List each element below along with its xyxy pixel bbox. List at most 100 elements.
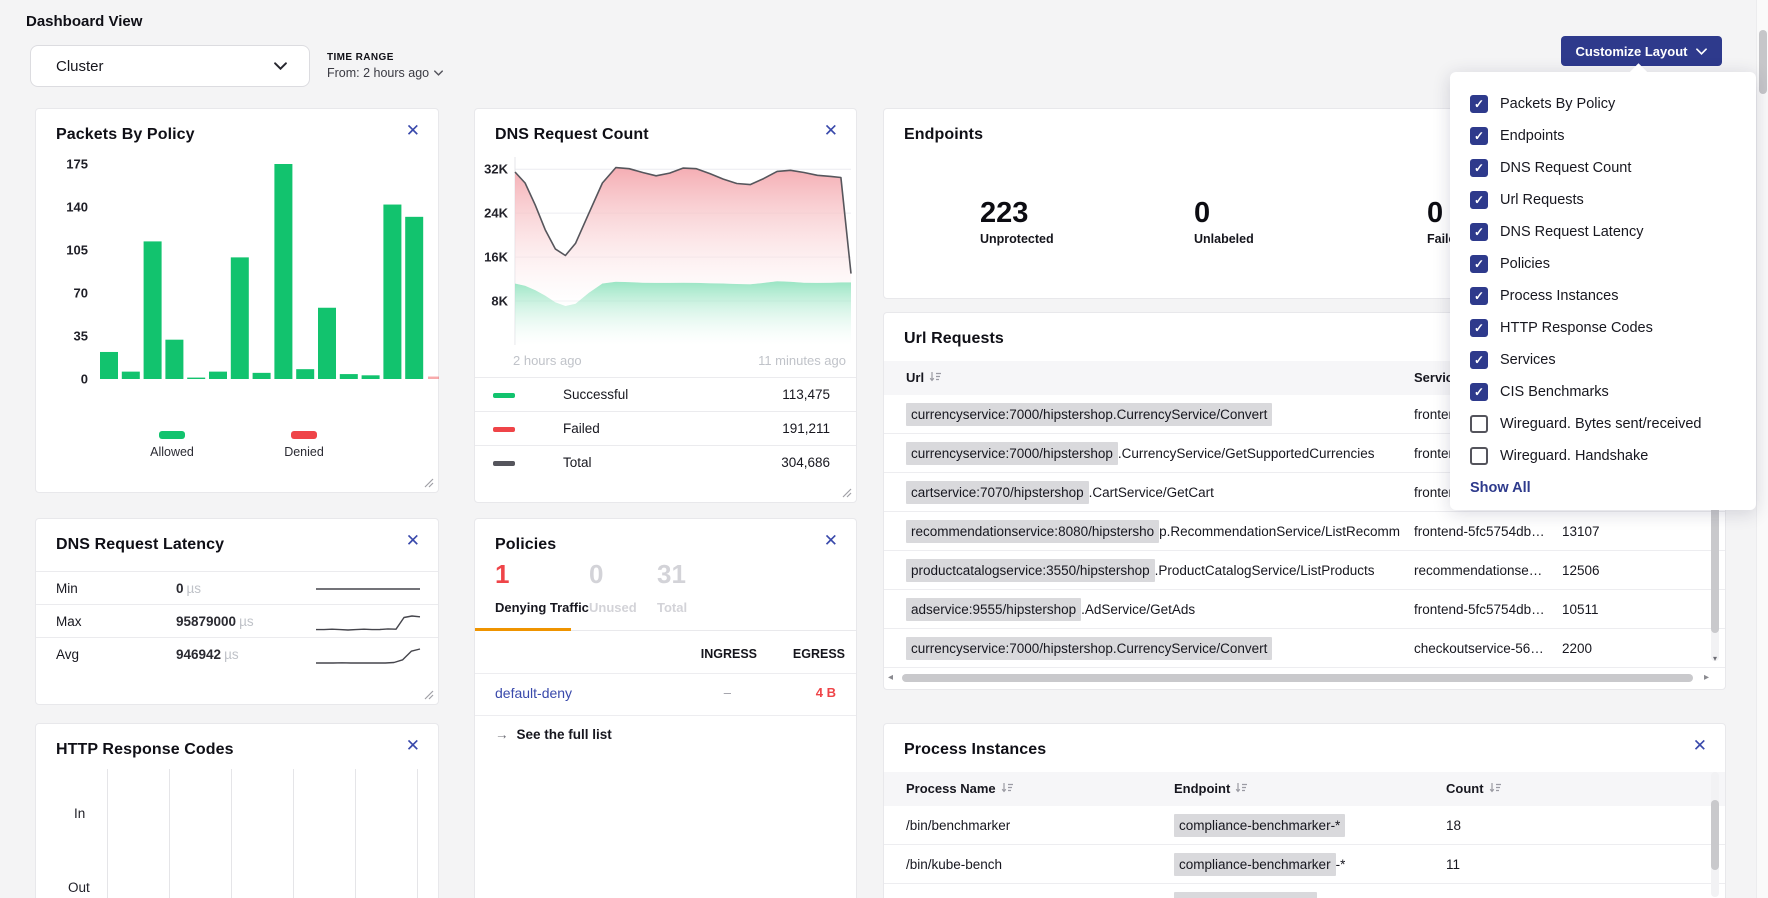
checkbox-icon[interactable] <box>1470 383 1488 401</box>
column-header-process-name[interactable]: Process Name <box>906 772 1014 806</box>
close-icon[interactable]: ✕ <box>406 532 420 549</box>
ingress-header: INGRESS <box>701 647 757 661</box>
chevron-down-icon <box>434 70 443 76</box>
column-header-url[interactable]: Url <box>906 361 942 395</box>
count-cell: 18 <box>1446 806 1461 845</box>
chevron-down-icon <box>1696 48 1707 55</box>
menu-item-wireguard-bytes[interactable]: Wireguard. Bytes sent/received <box>1470 408 1736 440</box>
process-name-cell: /bin/benchmarker <box>906 806 1010 845</box>
legend-name: Failed <box>563 412 600 446</box>
checkbox-icon[interactable] <box>1470 159 1488 177</box>
menu-item-services[interactable]: Services <box>1470 344 1736 376</box>
close-icon[interactable]: ✕ <box>1693 737 1707 754</box>
url-cell: currencyservice:7000/hipstershop.Currenc… <box>906 395 1402 434</box>
sort-icon[interactable] <box>929 371 942 383</box>
view-select-value: Cluster <box>56 58 274 75</box>
latency-value: 0µs <box>176 572 201 605</box>
column-header-endpoint[interactable]: Endpoint <box>1174 772 1248 806</box>
page-scrollbar[interactable] <box>1756 0 1768 898</box>
service-cell: frontend-5fc5754db… <box>1414 512 1550 551</box>
vertical-scrollbar-thumb[interactable] <box>1711 800 1719 870</box>
horizontal-scrollbar[interactable]: ◂ ▸ <box>884 671 1711 685</box>
tab-total[interactable]: 31 Total <box>657 561 687 615</box>
sort-icon[interactable] <box>1489 782 1502 794</box>
show-all-link[interactable]: Show All <box>1470 480 1736 496</box>
legend-label: Allowed <box>127 445 217 459</box>
checkbox-icon[interactable] <box>1470 127 1488 145</box>
horizontal-scrollbar-thumb[interactable] <box>902 674 1693 682</box>
count-cell: 9 <box>1446 884 1454 898</box>
column-header-count[interactable]: Count <box>1446 772 1502 806</box>
url-cell: productcatalogservice:3550/hipstershop.P… <box>906 551 1402 590</box>
svg-text:16K: 16K <box>484 250 508 265</box>
checkbox-icon[interactable] <box>1470 351 1488 369</box>
process-row[interactable]: /bin/benchmarker compliance-benchmarker-… <box>884 806 1725 845</box>
checkbox-icon[interactable] <box>1470 319 1488 337</box>
time-range-value-button[interactable]: From: 2 hours ago <box>327 66 443 80</box>
process-table-header: Process Name Endpoint Count <box>884 772 1725 806</box>
card-title: HTTP Response Codes <box>56 741 234 759</box>
tab-label: Total <box>657 600 687 615</box>
tab-unused[interactable]: 0 Unused <box>589 561 637 615</box>
menu-item-endpoints[interactable]: Endpoints <box>1470 120 1736 152</box>
sort-icon[interactable] <box>1001 782 1014 794</box>
scroll-down-icon[interactable]: ▾ <box>1711 654 1719 663</box>
checkbox-icon[interactable] <box>1470 191 1488 209</box>
view-select[interactable]: Cluster <box>30 45 310 87</box>
close-icon[interactable]: ✕ <box>824 122 838 139</box>
menu-item-policies[interactable]: Policies <box>1470 248 1736 280</box>
resize-handle-icon[interactable] <box>424 690 434 700</box>
vertical-scrollbar[interactable] <box>1711 772 1719 897</box>
page-scrollbar-thumb[interactable] <box>1759 30 1767 94</box>
checkbox-icon[interactable] <box>1470 223 1488 241</box>
checkbox-icon[interactable] <box>1470 447 1488 465</box>
menu-item-url-requests[interactable]: Url Requests <box>1470 184 1736 216</box>
menu-item-packets-by-policy[interactable]: Packets By Policy <box>1470 88 1736 120</box>
checkbox-icon[interactable] <box>1470 255 1488 273</box>
process-row[interactable]: /bin/kube-bench compliance-benchmarker-*… <box>884 845 1725 884</box>
policy-link-default-deny[interactable]: default-deny <box>495 685 572 701</box>
process-row[interactable]: benchmarker compliance-benchmarker-* 9 <box>884 884 1725 898</box>
row-label-in: In <box>74 806 85 821</box>
checkbox-icon[interactable] <box>1470 415 1488 433</box>
dns-area-chart: 8K16K24K32K <box>475 149 858 357</box>
url-row[interactable]: currencyservice:7000/hipstershop.Currenc… <box>884 629 1725 668</box>
menu-item-dns-request-count[interactable]: DNS Request Count <box>1470 152 1736 184</box>
see-full-list-link[interactable]: →See the full list <box>495 727 612 742</box>
sort-icon[interactable] <box>1235 782 1248 794</box>
card-http-response-codes: HTTP Response Codes ✕ In Out <box>35 723 439 898</box>
card-title: DNS Request Count <box>495 126 649 144</box>
menu-item-process-instances[interactable]: Process Instances <box>1470 280 1736 312</box>
url-row[interactable]: adservice:9555/hipstershop.AdService/Get… <box>884 590 1725 629</box>
scroll-left-icon[interactable]: ◂ <box>888 672 893 683</box>
menu-item-http-response-codes[interactable]: HTTP Response Codes <box>1470 312 1736 344</box>
close-icon[interactable]: ✕ <box>406 737 420 754</box>
checkbox-icon[interactable] <box>1470 95 1488 113</box>
legend-value: 304,686 <box>781 446 830 480</box>
menu-item-label: DNS Request Count <box>1500 160 1631 176</box>
customize-layout-label: Customize Layout <box>1576 44 1688 59</box>
menu-item-label: Policies <box>1500 256 1550 272</box>
service-cell: checkoutservice-56… <box>1414 629 1550 668</box>
resize-handle-icon[interactable] <box>424 478 434 488</box>
gridline <box>417 769 418 898</box>
menu-item-cis-benchmarks[interactable]: CIS Benchmarks <box>1470 376 1736 408</box>
url-cell: cartservice:7070/hipstershop.CartService… <box>906 473 1402 512</box>
dns-legend-row-successful: Successful 113,475 <box>475 377 856 411</box>
scroll-right-icon[interactable]: ▸ <box>1704 672 1709 683</box>
customize-layout-button[interactable]: Customize Layout <box>1561 36 1722 66</box>
menu-item-dns-request-latency[interactable]: DNS Request Latency <box>1470 216 1736 248</box>
menu-item-wireguard-handshake[interactable]: Wireguard. Handshake <box>1470 440 1736 472</box>
close-icon[interactable]: ✕ <box>824 532 838 549</box>
checkbox-icon[interactable] <box>1470 287 1488 305</box>
resize-handle-icon[interactable] <box>842 488 852 498</box>
url-row[interactable]: recommendationservice:8080/hipstershop.R… <box>884 512 1725 551</box>
menu-item-label: DNS Request Latency <box>1500 224 1643 240</box>
url-row[interactable]: productcatalogservice:3550/hipstershop.P… <box>884 551 1725 590</box>
tab-value: 31 <box>657 561 687 587</box>
card-title: Policies <box>495 536 556 554</box>
svg-text:32K: 32K <box>484 162 508 177</box>
close-icon[interactable]: ✕ <box>406 122 420 139</box>
tab-denying-traffic[interactable]: 1 Denying Traffic <box>495 561 589 615</box>
stat-value: 223 <box>980 199 1054 228</box>
